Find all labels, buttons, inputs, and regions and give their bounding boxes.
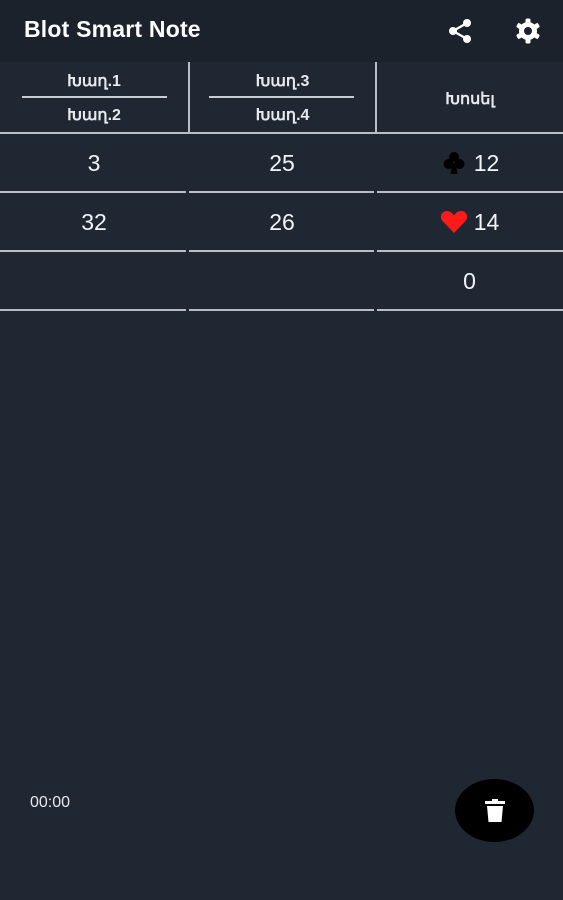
delete-button[interactable] <box>455 779 534 842</box>
row-divider <box>189 309 374 311</box>
row-divider <box>377 191 563 193</box>
heart-icon <box>440 211 467 233</box>
table-row[interactable]: 32 26 14 <box>0 194 563 252</box>
team1-score <box>0 253 188 309</box>
row-divider <box>189 191 374 193</box>
header-team2-player-b: Խաղ.4 <box>255 107 310 124</box>
share-icon <box>449 19 471 43</box>
app-root: Blot Smart Note Խաղ.1 Խաղ.2 Խաղ.3 Խաղ.4 … <box>0 0 563 900</box>
header-team1[interactable]: Խաղ.1 Խաղ.2 <box>0 62 188 133</box>
bid-cell: 14 <box>376 194 563 250</box>
row-divider <box>377 250 563 252</box>
bid-value: 0 <box>463 267 476 294</box>
header-bid-label: Խոսել <box>445 91 495 108</box>
header-bottom-border <box>0 132 563 134</box>
table-row[interactable]: 0 <box>0 253 563 311</box>
bid-cell: 0 <box>376 253 563 309</box>
header-team2-player-a: Խաղ.3 <box>255 73 310 90</box>
row-divider <box>0 191 186 193</box>
app-bar: Blot Smart Note <box>0 0 563 62</box>
score-header: Խաղ.1 Խաղ.2 Խաղ.3 Խաղ.4 Խոսել <box>0 62 563 133</box>
header-team2-divider <box>209 96 354 98</box>
bid-cell: 12 <box>376 135 563 191</box>
column-divider <box>188 62 190 133</box>
team2-score <box>188 253 376 309</box>
team1-score: 32 <box>81 208 107 235</box>
gear-icon <box>516 18 540 44</box>
team1-score: 3 <box>87 149 101 176</box>
table-row[interactable]: 3 25 12 <box>0 135 563 193</box>
header-team1-divider <box>22 96 167 98</box>
team2-score: 26 <box>269 208 295 235</box>
header-bid: Խոսել <box>377 62 563 133</box>
row-divider <box>189 250 374 252</box>
bid-value: 14 <box>473 208 500 235</box>
header-team2[interactable]: Խաղ.3 Խաղ.4 <box>190 62 375 133</box>
team2-score: 25 <box>269 149 295 176</box>
trash-icon <box>484 798 505 822</box>
header-team1-player-a: Խաղ.1 <box>67 73 121 90</box>
row-divider <box>0 250 186 252</box>
clubs-icon <box>443 152 465 174</box>
share-button[interactable] <box>442 13 478 49</box>
app-title: Blot Smart Note <box>24 16 201 42</box>
row-divider <box>0 309 186 311</box>
column-divider <box>375 62 377 133</box>
header-team1-player-b: Խաղ.2 <box>67 107 121 124</box>
bid-value: 12 <box>473 149 500 176</box>
game-timer: 00:00 <box>30 794 71 811</box>
settings-button[interactable] <box>510 13 546 49</box>
row-divider <box>377 309 563 311</box>
